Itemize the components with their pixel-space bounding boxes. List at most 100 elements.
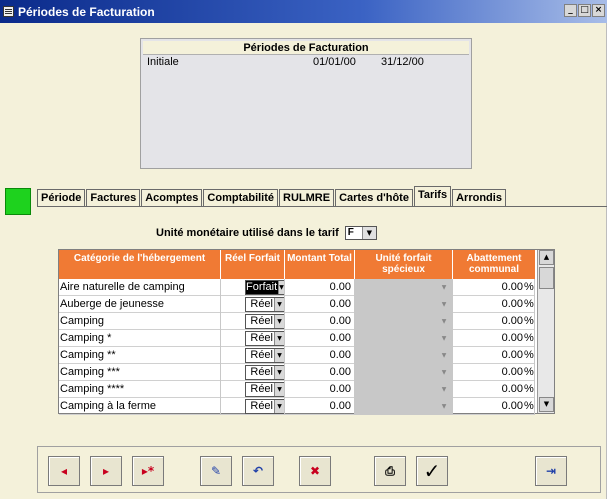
table-row[interactable]: Camping ** Réel ▼ 0.00 ▼ 0.00% (59, 347, 535, 364)
type-select[interactable]: Réel ▼ (245, 331, 284, 346)
type-cell: Réel ▼ (221, 364, 285, 381)
tab-factures[interactable]: Factures (86, 189, 141, 207)
table-row[interactable]: Auberge de jeunesse Réel ▼ 0.00 ▼ 0.00% (59, 296, 535, 313)
category-cell[interactable]: Auberge de jeunesse (59, 296, 221, 313)
type-cell: Forfait ▼ (221, 279, 285, 296)
ok-button[interactable]: ✓ (416, 456, 448, 486)
abatement-cell[interactable]: 0.00% (453, 347, 535, 364)
column-header-amount: Montant Total (285, 250, 355, 279)
abatement-value: 0.00 (501, 383, 523, 395)
chevron-down-icon[interactable]: ▼ (274, 332, 284, 345)
abatement-value: 0.00 (501, 298, 523, 310)
tab-comptabilite[interactable]: Comptabilité (203, 189, 279, 207)
type-select[interactable]: Réel ▼ (245, 382, 284, 397)
periods-list[interactable]: Périodes de Facturation Initiale 01/01/0… (140, 38, 472, 169)
chevron-down-icon[interactable]: ▼ (361, 227, 376, 239)
previous-record-button[interactable]: ◂ (48, 456, 80, 486)
amount-cell[interactable]: 0.00 (285, 296, 355, 313)
amount-cell[interactable]: 0.00 (285, 398, 355, 415)
print-button[interactable]: ⎙ (374, 456, 406, 486)
unit-cell: ▼ (355, 381, 453, 398)
unit-cell: ▼ (355, 364, 453, 381)
next-record-button[interactable]: ▸ (90, 456, 122, 486)
type-select[interactable]: Réel ▼ (245, 399, 284, 414)
unit-cell: ▼ (355, 330, 453, 347)
table-body: Aire naturelle de camping Forfait ▼ 0.00 ▼ 0.… (59, 279, 535, 415)
chevron-down-icon[interactable]: ▼ (274, 366, 284, 379)
abatement-cell[interactable]: 0.00% (453, 364, 535, 381)
abatement-value: 0.00 (501, 281, 523, 293)
unit-cell: ▼ (355, 296, 453, 313)
period-row[interactable]: Initiale 01/01/00 31/12/00 (143, 55, 469, 69)
type-select[interactable]: Forfait ▼ (245, 280, 284, 295)
chevron-down-icon[interactable]: ▼ (274, 315, 284, 328)
table-row[interactable]: Aire naturelle de camping Forfait ▼ 0.00 ▼ 0.… (59, 279, 535, 296)
tab-tarifs[interactable]: Tarifs (413, 186, 452, 207)
amount-cell[interactable]: 0.00 (285, 279, 355, 296)
category-cell[interactable]: Aire naturelle de camping (59, 279, 221, 296)
table-row[interactable]: Camping * Réel ▼ 0.00 ▼ 0.00% (59, 330, 535, 347)
amount-cell[interactable]: 0.00 (285, 364, 355, 381)
close-button[interactable]: × (592, 4, 605, 17)
chevron-down-icon[interactable]: ▼ (274, 349, 284, 362)
table-row[interactable]: Camping **** Réel ▼ 0.00 ▼ 0.00% (59, 381, 535, 398)
type-value: Réel (250, 298, 273, 310)
amount-cell[interactable]: 0.00 (285, 330, 355, 347)
chevron-down-icon[interactable]: ▼ (274, 400, 284, 413)
table-row[interactable]: Camping à la ferme Réel ▼ 0.00 ▼ 0.00% (59, 398, 535, 415)
undo-button[interactable]: ↶ (242, 456, 274, 486)
category-cell[interactable]: Camping ** (59, 347, 221, 364)
tab-arrondis[interactable]: Arrondis (452, 189, 506, 207)
scroll-thumb[interactable] (539, 267, 554, 289)
vertical-scrollbar[interactable]: ▲ ▼ (537, 250, 554, 413)
chevron-down-icon[interactable]: ▼ (274, 383, 284, 396)
tab-cartes-hote[interactable]: Cartes d'hôte (335, 189, 413, 207)
chevron-down-icon[interactable]: ▼ (278, 281, 284, 294)
scroll-up-button[interactable]: ▲ (539, 250, 554, 265)
exit-button[interactable]: ⇥ (535, 456, 567, 486)
amount-cell[interactable]: 0.00 (285, 347, 355, 364)
tab-periode[interactable]: Période (37, 189, 86, 207)
category-cell[interactable]: Camping * (59, 330, 221, 347)
type-value: Réel (250, 315, 273, 327)
category-cell[interactable]: Camping (59, 313, 221, 330)
type-select[interactable]: Réel ▼ (245, 297, 284, 312)
currency-select[interactable]: F ▼ (344, 226, 377, 240)
abatement-value: 0.00 (501, 400, 523, 412)
new-record-button[interactable]: ▸* (132, 456, 164, 486)
maximize-button[interactable]: □ (578, 4, 591, 17)
type-cell: Réel ▼ (221, 398, 285, 415)
delete-button[interactable]: ✖ (299, 456, 331, 486)
scroll-down-button[interactable]: ▼ (539, 397, 554, 412)
amount-cell[interactable]: 0.00 (285, 381, 355, 398)
category-cell[interactable]: Camping **** (59, 381, 221, 398)
edit-button[interactable]: ✎ (200, 456, 232, 486)
type-select[interactable]: Réel ▼ (245, 348, 284, 363)
unit-cell: ▼ (355, 279, 453, 296)
table-row[interactable]: Camping Réel ▼ 0.00 ▼ 0.00% (59, 313, 535, 330)
amount-cell[interactable]: 0.00 (285, 313, 355, 330)
category-cell[interactable]: Camping *** (59, 364, 221, 381)
abatement-cell[interactable]: 0.00% (453, 381, 535, 398)
abatement-cell[interactable]: 0.00% (453, 296, 535, 313)
chevron-down-icon: ▼ (441, 403, 447, 410)
arrow-right-icon: ▸ (102, 464, 110, 478)
type-select[interactable]: Réel ▼ (245, 365, 284, 380)
tab-acomptes[interactable]: Acomptes (141, 189, 203, 207)
currency-line: Unité monétaire utilisé dans le tarif F … (156, 226, 377, 240)
minimize-button[interactable]: _ (564, 4, 577, 17)
tab-rulmre[interactable]: RULMRE (279, 189, 335, 207)
type-select[interactable]: Réel ▼ (245, 314, 284, 329)
table-row[interactable]: Camping *** Réel ▼ 0.00 ▼ 0.00% (59, 364, 535, 381)
abatement-cell[interactable]: 0.00% (453, 279, 535, 296)
percent-sign: % (524, 315, 534, 327)
abatement-cell[interactable]: 0.00% (453, 330, 535, 347)
chevron-down-icon[interactable]: ▼ (274, 298, 284, 311)
category-cell[interactable]: Camping à la ferme (59, 398, 221, 415)
abatement-cell[interactable]: 0.00% (453, 313, 535, 330)
delete-icon: ✖ (309, 464, 321, 478)
type-value: Réel (250, 366, 273, 378)
abatement-cell[interactable]: 0.00% (453, 398, 535, 415)
type-value: Réel (250, 332, 273, 344)
type-cell: Réel ▼ (221, 381, 285, 398)
